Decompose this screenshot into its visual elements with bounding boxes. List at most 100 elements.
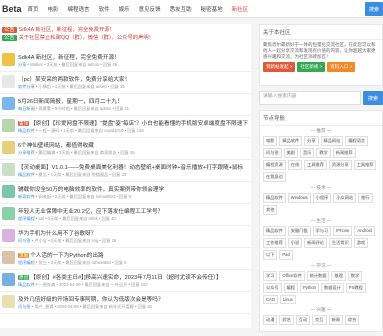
nav-item-secret-base[interactable]: 秘密基地 [201, 5, 223, 13]
node-chip[interactable]: 编程语言 [345, 136, 369, 146]
avatar[interactable] [2, 119, 15, 132]
node-chip[interactable]: Pad [279, 250, 293, 260]
node-chip[interactable]: 统计数据 [306, 271, 330, 281]
nav-item-home[interactable]: 首页 [28, 5, 39, 13]
post-title-text[interactable]: 年轻人无业保障中无业20.2亿，应下落发仕编程工工学号？ [18, 209, 163, 215]
node-chip[interactable]: Windows [287, 193, 311, 203]
node-chip[interactable]: Office软件 [279, 271, 305, 281]
node-chip[interactable]: 小说 [287, 238, 303, 248]
node-chip[interactable]: 在我身边 [263, 172, 286, 182]
node-chip[interactable]: 工具推荐 [353, 160, 377, 170]
post-title-text[interactable]: 华为手机为什么用不了谷歌呀？ [18, 231, 96, 237]
node-chip[interactable]: 游戏 [353, 238, 369, 248]
avatar[interactable] [2, 75, 15, 88]
search-button[interactable]: 搜索 [363, 91, 383, 105]
node-chip[interactable]: 其他 [263, 205, 278, 215]
node-chip[interactable]: Linux [279, 295, 296, 304]
post-title-text[interactable]: （pc）某安采的两款软件，免费分享给大家！ [18, 77, 130, 83]
node-chip[interactable]: 问与答 [263, 148, 282, 158]
post-row[interactable]: 辅载你设全50万的电脑效率的软件，真实案例带你领会理学 新奇软件 • 网老板 • … [0, 182, 251, 204]
post-node-link[interactable]: 精品软件 [18, 282, 35, 287]
post-node-link[interactable]: 精品软件 [18, 172, 35, 177]
node-chip[interactable]: 编程资源 [263, 160, 286, 170]
nav-search-button[interactable]: 搜索 [365, 2, 383, 16]
post-node-link[interactable]: 程序编程 [18, 216, 35, 221]
node-chip[interactable]: 综合 [344, 315, 360, 325]
avatar[interactable] [2, 273, 15, 286]
avatar[interactable] [2, 53, 15, 66]
node-chip[interactable]: 精品软件 [279, 136, 303, 146]
post-title[interactable]: 5月26日新闻简报，星期一，四月二十九！ [18, 97, 248, 105]
node-chip[interactable]: 推理 [331, 271, 346, 281]
post-title[interactable]: 原创 【原创】#各类主日#】]移高兴速实命，2023年7月11日（超时尤读不会传任… [18, 273, 248, 281]
node-chip[interactable]: 编程 [283, 283, 298, 293]
node-chip[interactable]: 动漫 [263, 315, 278, 325]
site-logo[interactable]: Beta [2, 4, 22, 14]
node-chip[interactable]: 在线 [287, 160, 303, 170]
nav-item-programming[interactable]: 编程语言 [68, 5, 90, 13]
post-title-text[interactable]: 辅载你设全50万的电脑效率的软件，真实案例带你领会理学 [18, 187, 164, 193]
nav-item-movies[interactable]: 电影 [48, 5, 59, 13]
post-title-text[interactable]: 及外几倍好级的开场回专事阿期，你认为低版次会是等吗？ [18, 297, 163, 303]
node-chip[interactable]: 生活常识 [328, 238, 352, 248]
notice-line[interactable]: 公告 Sdk4A 新社区，新征程，完全免费开源！ [2, 26, 250, 34]
avatar[interactable] [2, 163, 15, 176]
avatar[interactable] [2, 207, 15, 220]
avatar[interactable] [2, 295, 15, 308]
node-chip[interactable]: 教学 [316, 148, 331, 158]
post-row[interactable]: 原创 【原创】#各类主日#】]移高兴速实命，2023年7月11日（超时尤读不会传任… [0, 270, 251, 292]
post-title[interactable]: （pc）某安采的两款软件，免费分享给大家！ [18, 75, 248, 83]
node-chip[interactable]: 音乐 [299, 148, 315, 158]
post-title-text[interactable]: 【原创】【珍爱网盘不限速】"提盘"姿"每店"？小白也能看懂的手机版安卓端度盘不限… [30, 121, 248, 127]
node-chip[interactable]: 精品软件 [263, 226, 286, 236]
post-node-link[interactable]: 问与答 [18, 304, 31, 309]
post-title-text[interactable]: 5月26日新闻简报，星期一，四月二十九！ [18, 99, 122, 105]
node-chip[interactable]: 推行 [358, 193, 373, 203]
search-input[interactable]: 请输入搜索内容 [259, 91, 361, 105]
avatar[interactable] [2, 251, 15, 264]
node-chip[interactable]: 交互 [312, 315, 327, 325]
post-title-text[interactable]: Sdk4A 新社区，新征程，完全免费开源！ [18, 55, 120, 61]
post-row[interactable]: 年轻人无业保障中无业20.2亿，应下落发仕编程工工学号？ 程序编程 • Ioll … [0, 204, 251, 226]
nav-item-software[interactable]: 软件 [99, 5, 110, 13]
node-chip[interactable]: 新闻推荐 [332, 148, 356, 158]
post-row[interactable]: 求助 个人活的一下为Python的出路 程序编程 • 张三 • 3天前 • 最后回复… [0, 248, 251, 270]
node-chip[interactable]: 资源分享 [328, 160, 352, 170]
notice-line[interactable]: 公告 关于社区禁止私聊QQ（群），微信（群），公众号的声明！ [2, 34, 250, 42]
post-title[interactable]: 置顶 【原创】【珍爱网盘不限速】"提盘"姿"每店"？小白也能看懂的手机版安卓端度盘… [18, 119, 248, 127]
post-row[interactable]: 置顶 【原创】【珍爱网盘不限速】"提盘"姿"每店"？小白也能看懂的手机版安卓端度盘… [0, 116, 251, 138]
nav-item-new-community[interactable]: 新社区 [232, 5, 249, 13]
post-title[interactable]: 【灵动桌面】V1.0.1——免费桌面美化利器！动态壁纸+桌面时钟+音乐播放+打字… [18, 163, 248, 171]
nav-item-feedback[interactable]: 意见反馈 [139, 5, 161, 13]
community-rules-button[interactable]: 社区新规 > [297, 62, 326, 72]
node-chip[interactable]: PS教程 [345, 283, 366, 293]
node-chip[interactable]: 新闻 [328, 315, 343, 325]
avatar[interactable] [2, 141, 15, 154]
node-chip[interactable]: 工作推荐 [263, 238, 286, 248]
post-row[interactable]: 【灵动桌面】V1.0.1——免费桌面美化利器！动态壁纸+桌面时钟+音乐播放+打字… [0, 160, 251, 182]
new-post-button[interactable]: 到新帖发起 > [263, 62, 296, 72]
post-title[interactable]: 及外几倍好级的开场回专事阿期，你认为低版次会是等吗？ [18, 295, 248, 303]
post-node-link[interactable]: 分享推荐 [18, 150, 35, 155]
post-title-text[interactable]: 【原创】#各类主日#】]移高兴速实命，2023年7月11日（超时尤读不会传任）】 [30, 275, 221, 281]
post-row[interactable]: （pc）某安采的两款软件，免费分享给大家！ 软件分享 • 小情侣 • 1天前 • … [0, 72, 251, 94]
post-title-text[interactable]: 6个神仙壁纸网站，都值得收藏 [18, 143, 94, 149]
node-chip[interactable]: 精品软件 [263, 193, 286, 203]
node-chip[interactable]: 数据设计 [321, 283, 344, 293]
node-chip[interactable]: CAD [263, 295, 278, 304]
avatar[interactable] [2, 185, 15, 198]
node-chip[interactable]: 工具推荐 [304, 160, 327, 170]
nav-item-entertainment[interactable]: 娱乐 [119, 5, 130, 13]
post-title[interactable]: 求助 个人活的一下为Python的出路 [18, 251, 248, 259]
post-node-link[interactable]: 软件分享 [18, 84, 35, 89]
post-title[interactable]: 辅载你设全50万的电脑效率的软件，真实案例带你领会理学 [18, 185, 248, 193]
post-title[interactable]: 年轻人无业保障中无业20.2亿，应下落发仕编程工工学号？ [18, 207, 248, 215]
node-chip[interactable]: 数学 [347, 271, 363, 281]
post-row[interactable]: 及外几倍好级的开场回专事阿期，你认为低版次会是等吗？ 问与答 • 用户_普通 • … [0, 292, 251, 314]
node-chip[interactable]: 美剧 [283, 148, 298, 158]
post-title[interactable]: Sdk4A 新社区，新征程，完全免费开源！ [18, 53, 248, 61]
node-chip[interactable]: 分享 [304, 136, 319, 146]
post-node-link[interactable]: 每日新闻 [18, 106, 35, 111]
node-chip[interactable]: 新闻评论 [304, 238, 327, 248]
nav-item-mutual-help[interactable]: 悉友互助 [170, 5, 192, 13]
